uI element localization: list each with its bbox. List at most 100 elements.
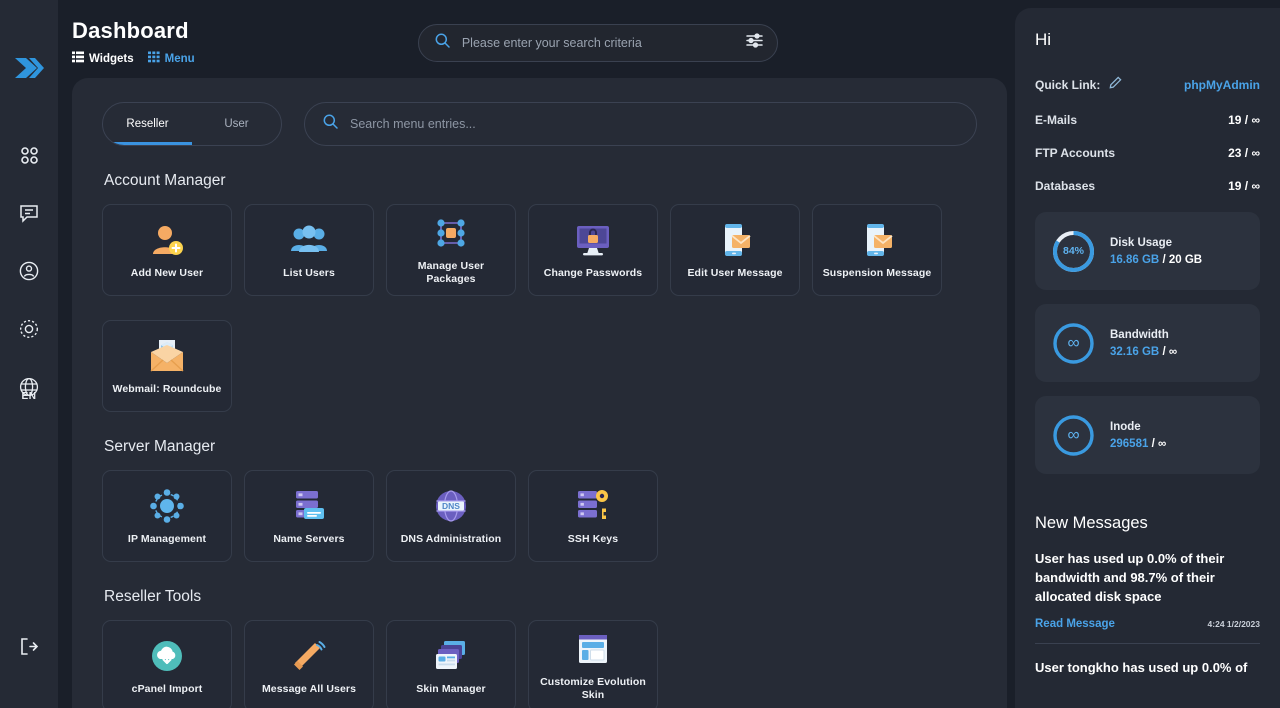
tile-skin-manager[interactable]: Skin Manager <box>386 620 516 708</box>
search-icon <box>323 114 338 134</box>
cloud-download-icon <box>147 637 187 675</box>
tile-suspension-message[interactable]: Suspension Message <box>812 204 942 296</box>
tile-message-all-users[interactable]: Message All Users <box>244 620 374 708</box>
message-date: 4:24 1/2/2023 <box>1207 619 1260 629</box>
top-search-wrap <box>195 18 1001 62</box>
server-stack-icon <box>289 487 329 525</box>
menu-search-bar[interactable] <box>304 102 977 146</box>
stat-label: Databases <box>1035 179 1096 193</box>
stat-value: 19 / ∞ <box>1228 113 1260 127</box>
section-title-reseller-tools: Reseller Tools <box>104 588 202 605</box>
quick-link-label: Quick Link: <box>1035 78 1101 92</box>
tab-user[interactable]: User <box>192 103 281 145</box>
usage-used: 32.16 GB <box>1110 345 1160 358</box>
grid-view-icon <box>147 51 160 66</box>
tile-label: Add New User <box>130 266 204 279</box>
tile-list-users[interactable]: List Users <box>244 204 374 296</box>
bandwidth-ring: ∞ <box>1051 321 1096 366</box>
usage-value: 32.16 GB / ∞ <box>1110 346 1177 358</box>
usage-title: Bandwidth <box>1110 328 1169 341</box>
disk-usage-percent: 84% <box>1062 245 1084 257</box>
menu-search-input[interactable] <box>350 117 958 131</box>
message-body: User has used up 0.0% of their bandwidth… <box>1035 551 1225 604</box>
search-icon <box>435 33 450 53</box>
tile-label: Suspension Message <box>822 266 932 279</box>
usage-card-bandwidth: ∞ Bandwidth 32.16 GB / ∞ <box>1035 304 1260 382</box>
usage-total: ∞ <box>1157 437 1167 450</box>
gear-icon[interactable] <box>12 312 46 346</box>
phone-envelope-icon <box>715 221 755 259</box>
logout-icon[interactable] <box>12 629 46 663</box>
read-message-link[interactable]: Read Message <box>1035 618 1115 630</box>
chat-bubble-icon[interactable] <box>12 196 46 230</box>
network-nodes-icon <box>147 487 187 525</box>
breadcrumb-menu[interactable]: Menu <box>147 51 195 66</box>
tile-customize-evolution-skin[interactable]: Customize Evolution Skin <box>528 620 658 708</box>
stat-value: 23 / ∞ <box>1228 146 1260 160</box>
stat-row-emails: E-Mails 19 / ∞ <box>1035 113 1260 127</box>
tile-dns-administration[interactable]: DNS DNS Administration <box>386 470 516 562</box>
pencil-icon[interactable] <box>1109 76 1122 94</box>
message-item: User tongkho has used up 0.0% of <box>1035 658 1260 677</box>
tile-label: Change Passwords <box>543 266 643 279</box>
usage-used: 16.86 GB <box>1110 253 1160 266</box>
tile-change-passwords[interactable]: Change Passwords <box>528 204 658 296</box>
search-input[interactable] <box>461 36 734 50</box>
left-nav-rail: EN <box>0 0 58 708</box>
tile-manage-user-packages[interactable]: Manage User Packages <box>386 204 516 296</box>
layout-window-icon <box>573 630 613 668</box>
tab-reseller[interactable]: Reseller <box>103 103 192 145</box>
tile-label: Webmail: Roundcube <box>112 382 222 395</box>
users-group-icon <box>289 221 329 259</box>
language-label[interactable]: EN <box>22 391 37 402</box>
list-view-icon <box>72 51 84 66</box>
message-item: User has used up 0.0% of their bandwidth… <box>1035 549 1260 630</box>
envelope-cube-icon <box>147 337 187 375</box>
breadcrumb-widgets-label: Widgets <box>89 52 134 65</box>
disk-usage-ring: 84% <box>1051 229 1096 274</box>
inode-ring: ∞ <box>1051 413 1096 458</box>
usage-value: 16.86 GB / 20 GB <box>1110 254 1202 266</box>
content-scroll: Reseller User Account Manager <box>72 78 1007 708</box>
double-chevron-logo[interactable] <box>13 55 45 86</box>
section-title-server-manager: Server Manager <box>104 438 216 455</box>
stat-row-ftp-accounts: FTP Accounts 23 / ∞ <box>1035 146 1260 160</box>
usage-used: 296581 <box>1110 437 1149 450</box>
tile-cpanel-import[interactable]: cPanel Import <box>102 620 232 708</box>
top-bar: Dashboard Widgets Menu Please enter your… <box>58 0 1015 78</box>
svg-text:DNS: DNS <box>442 500 460 510</box>
inode-infinity: ∞ <box>1067 425 1080 444</box>
tile-edit-user-message[interactable]: Edit User Message <box>670 204 800 296</box>
tile-ssh-keys[interactable]: SSH Keys <box>528 470 658 562</box>
panel-toolbar: Reseller User <box>102 102 977 146</box>
tile-ip-management[interactable]: IP Management <box>102 470 232 562</box>
quick-link-value[interactable]: phpMyAdmin <box>1184 78 1260 92</box>
usage-text-inode: Inode 296581 / ∞ <box>1110 421 1166 450</box>
tile-name-servers[interactable]: Name Servers <box>244 470 374 562</box>
user-circle-icon[interactable] <box>12 254 46 288</box>
stat-label: FTP Accounts <box>1035 146 1116 160</box>
usage-total: 20 GB <box>1168 253 1203 266</box>
main-column: Dashboard Widgets Menu Please enter your… <box>58 0 1015 708</box>
sliders-filter-icon[interactable] <box>746 33 763 53</box>
content-panel: Reseller User Account Manager <box>72 78 1007 708</box>
tile-grid-server-manager: IP Management Name Servers DNS DNS Admin… <box>102 470 977 562</box>
dns-globe-icon: DNS <box>431 487 471 525</box>
server-key-icon <box>573 487 613 525</box>
usage-title: Disk Usage <box>1110 236 1173 249</box>
usage-card-disk: 84% Disk Usage 16.86 GB / 20 GB <box>1035 212 1260 290</box>
usage-separator: / <box>1151 437 1155 450</box>
new-messages-title: New Messages <box>1035 514 1148 532</box>
tile-label: Message All Users <box>261 682 357 695</box>
stat-value: 19 / ∞ <box>1228 179 1260 193</box>
tile-webmail-roundcube[interactable]: Webmail: Roundcube <box>102 320 232 412</box>
breadcrumb-widgets[interactable]: Widgets <box>72 51 134 66</box>
monitor-lock-icon <box>573 221 613 259</box>
global-search-bar[interactable] <box>417 24 778 62</box>
bandwidth-infinity: ∞ <box>1067 333 1080 352</box>
section-title-account-manager: Account Manager <box>104 172 226 189</box>
tile-add-new-user[interactable]: Add New User <box>102 204 232 296</box>
quick-link-row: Quick Link: phpMyAdmin <box>1035 76 1260 94</box>
tile-label: DNS Administration <box>400 532 502 545</box>
apps-grid-icon[interactable] <box>12 138 46 172</box>
